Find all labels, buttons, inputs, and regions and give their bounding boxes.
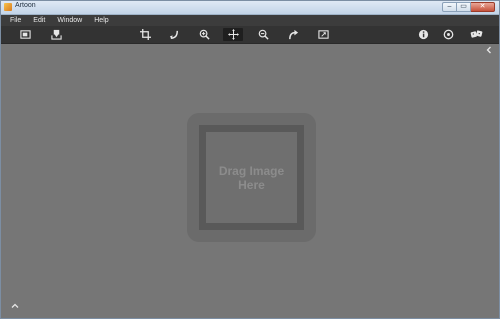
zoom-in-icon	[199, 29, 210, 40]
toolbar	[1, 26, 499, 44]
move-pan-button[interactable]	[223, 28, 243, 41]
chevron-up-icon[interactable]	[11, 302, 19, 310]
image-canvas[interactable]: Drag Image Here	[1, 44, 499, 318]
drop-zone-frame: Drag Image Here	[199, 125, 304, 230]
open-image-icon	[19, 30, 31, 39]
effects-button[interactable]	[466, 28, 486, 41]
info-button[interactable]	[413, 28, 433, 41]
chevron-left-icon[interactable]	[485, 46, 493, 54]
app-logo-icon	[4, 3, 12, 11]
menu-bar: File Edit Window Help	[1, 15, 499, 26]
open-image-button[interactable]	[15, 28, 35, 41]
close-button[interactable]: ✕	[471, 2, 495, 12]
redo-button[interactable]	[283, 28, 303, 41]
effects-icon	[470, 30, 482, 38]
drop-zone[interactable]: Drag Image Here	[187, 113, 316, 242]
zoom-in-button[interactable]	[194, 28, 214, 41]
maximize-button[interactable]: ▭	[457, 2, 471, 12]
app-window: Artoon – ▭ ✕ File Edit Window Help Drag …	[0, 0, 500, 319]
fit-screen-icon	[317, 30, 329, 39]
menu-edit[interactable]: Edit	[27, 15, 51, 26]
rotate-left-icon	[169, 30, 178, 40]
move-pan-icon	[227, 29, 239, 40]
window-title: Artoon	[15, 2, 36, 9]
zoom-out-icon	[258, 29, 269, 40]
title-bar[interactable]: Artoon – ▭ ✕	[1, 1, 499, 15]
menu-window[interactable]: Window	[51, 15, 88, 26]
crop-button[interactable]	[135, 28, 155, 41]
zoom-out-button[interactable]	[253, 28, 273, 41]
rotate-left-button[interactable]	[164, 28, 184, 41]
menu-help[interactable]: Help	[88, 15, 114, 26]
settings-icon	[443, 29, 453, 40]
drop-zone-label: Drag Image Here	[218, 163, 285, 192]
fit-screen-button[interactable]	[313, 28, 333, 41]
settings-button[interactable]	[438, 28, 458, 41]
save-export-icon	[50, 29, 62, 40]
info-icon	[418, 29, 428, 40]
redo-icon	[288, 29, 298, 40]
crop-icon	[139, 29, 151, 40]
menu-file[interactable]: File	[1, 15, 27, 26]
minimize-button[interactable]: –	[442, 2, 457, 12]
save-export-button[interactable]	[46, 28, 66, 41]
window-controls: – ▭ ✕	[442, 2, 495, 12]
